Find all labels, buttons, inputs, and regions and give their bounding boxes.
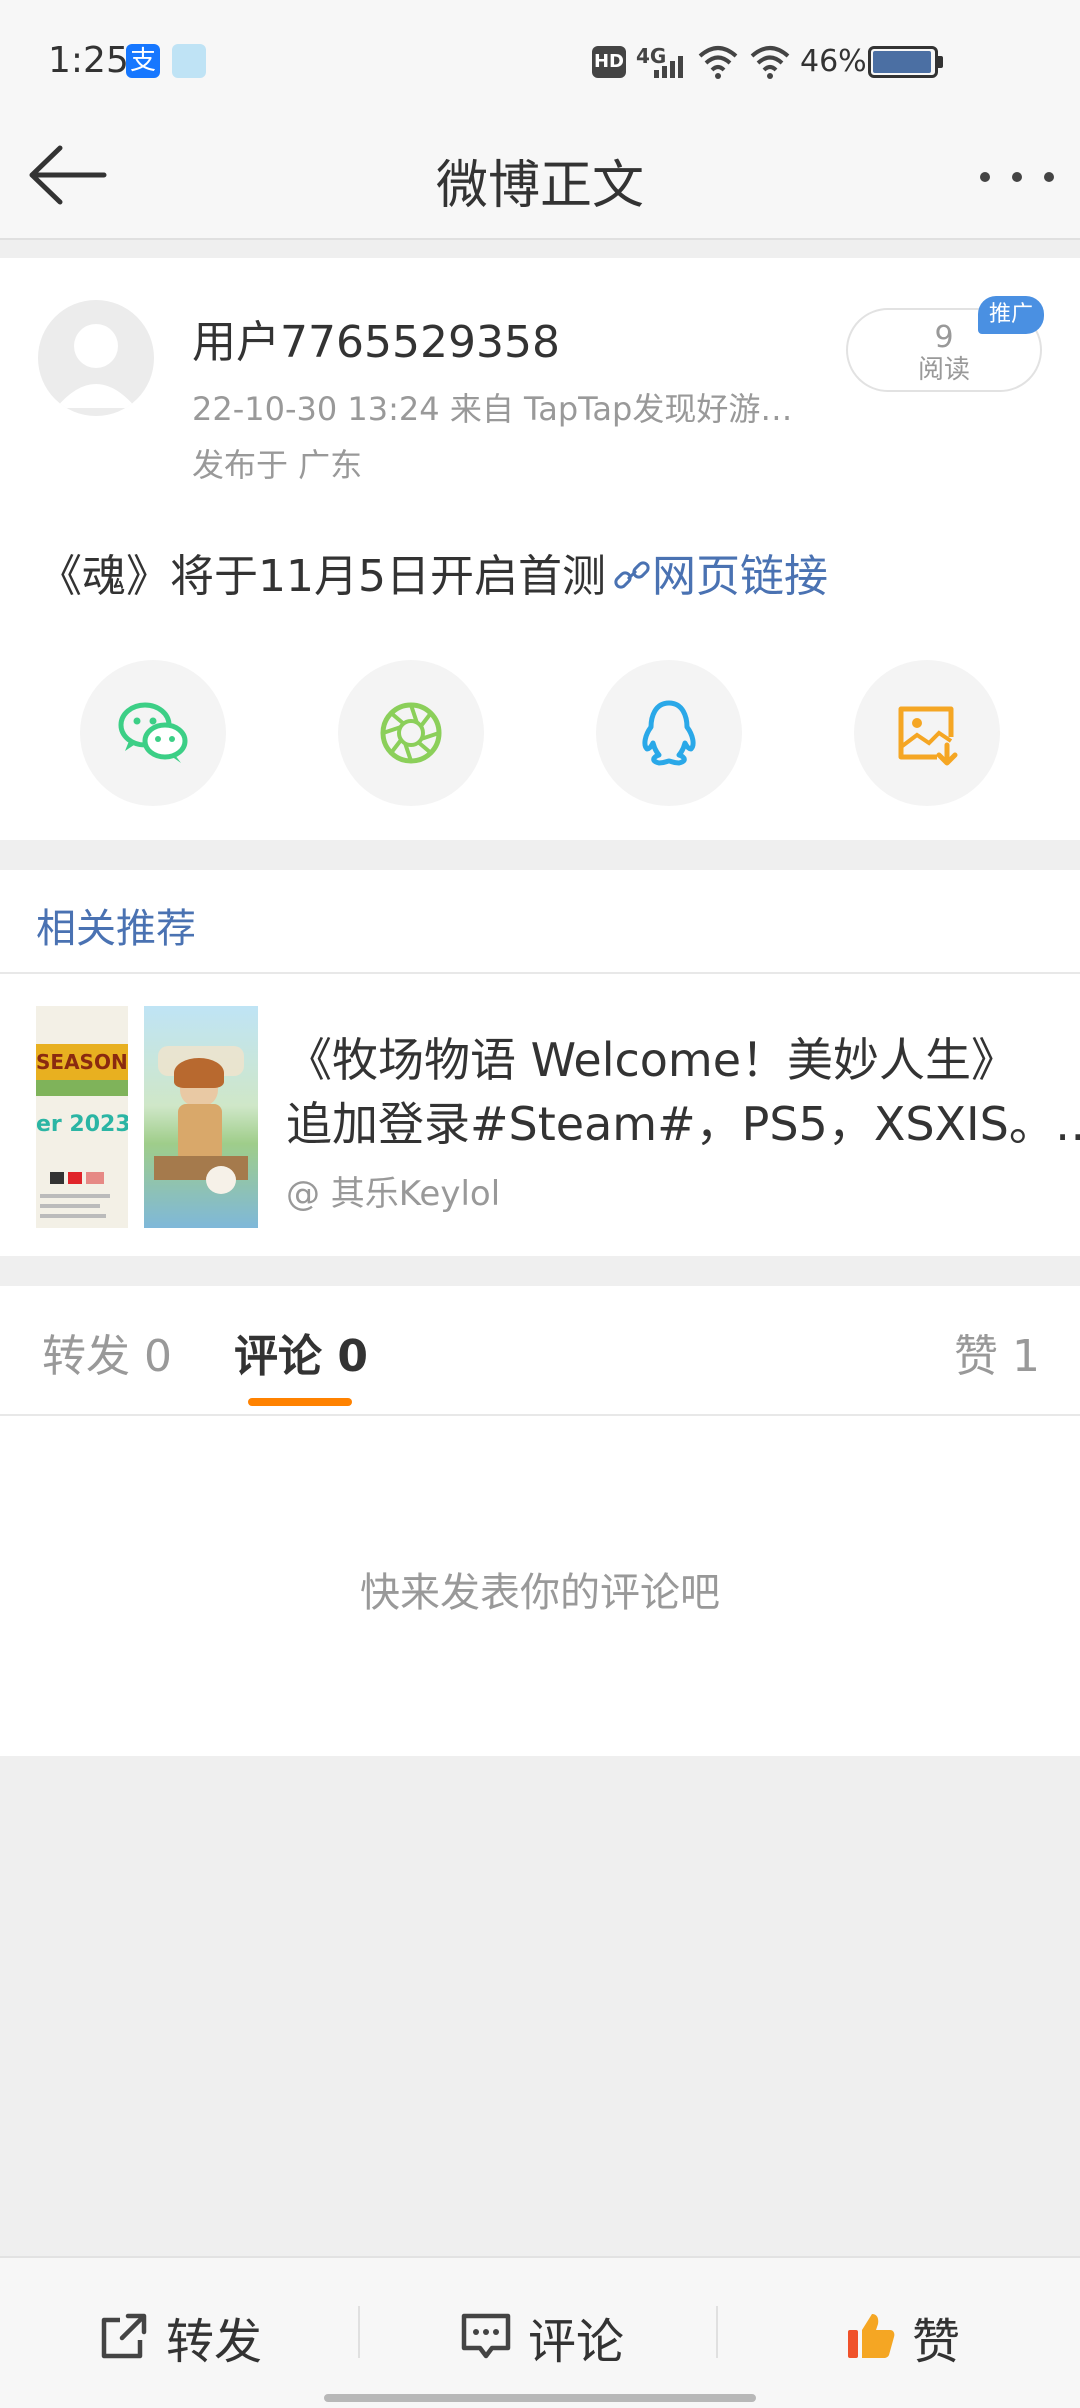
repost-icon bbox=[101, 2313, 147, 2359]
status-time: 1:25 bbox=[48, 40, 129, 81]
repost-button[interactable]: 转发 bbox=[98, 2296, 278, 2372]
page-title: 微博正文 bbox=[435, 156, 644, 216]
more-dots-icon bbox=[980, 172, 990, 182]
default-avatar-icon bbox=[56, 324, 136, 408]
thumbnail-date-text: er 2023 bbox=[36, 1112, 128, 1137]
share-qq-button[interactable] bbox=[596, 660, 742, 806]
alipay-notification-icon: 支 bbox=[126, 44, 160, 78]
web-link[interactable]: 网页链接 bbox=[612, 540, 828, 604]
promo-badge: 推广 bbox=[978, 296, 1044, 334]
wifi-icon bbox=[698, 46, 738, 79]
qq-icon bbox=[642, 700, 696, 766]
wifi-icon bbox=[750, 46, 790, 79]
battery-cap bbox=[938, 56, 943, 68]
related-title-line-2: 追加登录#Steam#，PS5，XSXIS。… bbox=[286, 1097, 1080, 1151]
comment-label: 评论 bbox=[528, 2314, 625, 2370]
related-title: 相关推荐 bbox=[36, 906, 196, 952]
like-button[interactable]: 赞 bbox=[844, 2296, 984, 2372]
read-label: 阅读 bbox=[917, 355, 970, 385]
hd-icon: HD bbox=[592, 46, 626, 78]
tab-comment[interactable]: 评论 0 bbox=[234, 1320, 368, 1384]
comment-button[interactable]: 评论 bbox=[460, 2296, 640, 2372]
divider bbox=[358, 2306, 360, 2358]
tab-repost[interactable]: 转发 0 bbox=[42, 1320, 172, 1384]
share-wechat-button[interactable] bbox=[80, 660, 226, 806]
repost-label: 转发 bbox=[166, 2314, 263, 2370]
save-image-icon bbox=[898, 706, 958, 766]
home-indicator[interactable] bbox=[324, 2394, 756, 2402]
battery-icon bbox=[868, 46, 938, 78]
username[interactable]: 用户7765529358 bbox=[192, 306, 560, 370]
thumbnail-logo-text: SEASONS bbox=[36, 1044, 128, 1080]
empty-comments-text: 快来发表你的评论吧 bbox=[360, 1570, 720, 1616]
tab-like[interactable]: 赞 1 bbox=[954, 1320, 1040, 1384]
more-button[interactable] bbox=[974, 150, 1064, 200]
comment-icon bbox=[461, 2313, 511, 2359]
post-location: 发布于 广东 bbox=[192, 446, 363, 484]
thumbs-up-icon bbox=[848, 2314, 895, 2358]
related-title-line-1: 《牧场物语 Welcome！美妙人生》 bbox=[286, 1033, 1018, 1087]
avatar[interactable] bbox=[38, 300, 154, 416]
save-image-button[interactable] bbox=[854, 660, 1000, 806]
divider bbox=[716, 2306, 718, 2358]
related-source: @ 其乐Keylol bbox=[286, 1174, 501, 1214]
related-thumbnail: SEASONS er 2023 bbox=[36, 1006, 128, 1228]
related-thumbnail-art bbox=[144, 1006, 258, 1228]
more-dots-icon bbox=[1012, 172, 1022, 182]
web-link-label: 网页链接 bbox=[652, 551, 828, 602]
wechat-icon bbox=[118, 702, 188, 763]
post-meta: 22-10-30 13:24 来自 TapTap发现好游… bbox=[192, 390, 793, 428]
app-notification-icon bbox=[172, 44, 206, 78]
active-tab-indicator bbox=[248, 1398, 352, 1406]
link-icon bbox=[614, 561, 650, 589]
share-moments-button[interactable] bbox=[338, 660, 484, 806]
cell-signal-icon bbox=[654, 56, 683, 78]
more-dots-icon bbox=[1044, 172, 1054, 182]
like-label: 赞 bbox=[912, 2314, 961, 2370]
moments-icon bbox=[380, 702, 442, 764]
battery-percent: 46% bbox=[800, 44, 867, 79]
post-text: 《魂》将于11月5日开启首测 bbox=[38, 551, 606, 602]
